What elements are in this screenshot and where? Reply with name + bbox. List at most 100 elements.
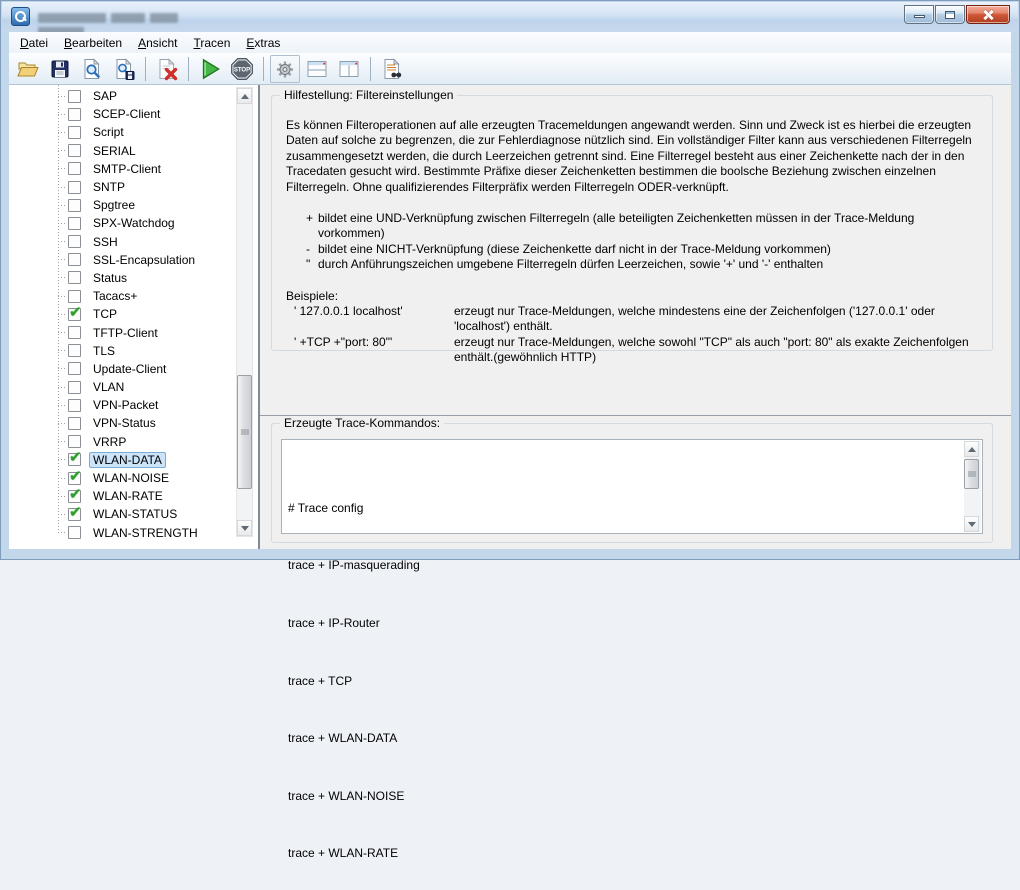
tree-item[interactable]: SSL-Encapsulation	[9, 251, 234, 269]
tree-item-label[interactable]: WLAN-STRENGTH	[89, 525, 202, 541]
checkbox[interactable]	[68, 362, 81, 375]
tree-item[interactable]: VRRP	[9, 433, 234, 451]
checkbox[interactable]	[68, 526, 81, 539]
checkbox[interactable]	[68, 144, 81, 157]
tree-item-label[interactable]: WLAN-RATE	[89, 488, 167, 504]
tree-scrollbar[interactable]	[236, 87, 253, 537]
tree-item[interactable]: Tacacs+	[9, 287, 234, 305]
tree-item[interactable]: Update-Client	[9, 360, 234, 378]
checkbox[interactable]	[68, 235, 81, 248]
tree-item[interactable]: TFTP-Client	[9, 323, 234, 341]
save-trace-button[interactable]	[109, 55, 139, 83]
checkbox[interactable]	[68, 472, 81, 485]
tree-item-label[interactable]: TLS	[89, 343, 119, 359]
menu-item[interactable]: Tracen	[185, 33, 238, 53]
tree-item[interactable]: WLAN-NOISE	[9, 469, 234, 487]
tree-item-label[interactable]: VPN-Packet	[89, 397, 162, 413]
tree-item[interactable]: SERIAL	[9, 142, 234, 160]
checkbox[interactable]	[68, 90, 81, 103]
tree-item-label[interactable]: TFTP-Client	[89, 325, 162, 341]
tree-item-label[interactable]: SNTP	[89, 179, 129, 195]
tree-scrollbar-thumb[interactable]	[237, 375, 252, 489]
checkbox[interactable]	[68, 108, 81, 121]
tree-item-label[interactable]: VPN-Status	[89, 415, 160, 431]
tree-item-label[interactable]: Script	[89, 124, 128, 140]
split-horizontal-button[interactable]	[302, 55, 332, 83]
tree-item[interactable]: SNTP	[9, 178, 234, 196]
minimize-button[interactable]	[904, 5, 934, 24]
menu-item[interactable]: Bearbeiten	[56, 33, 130, 53]
tree-item[interactable]: VPN-Packet	[9, 396, 234, 414]
menu-item[interactable]: Datei	[12, 33, 56, 53]
tree-item-label[interactable]: WLAN-NOISE	[89, 470, 173, 486]
tree-item-label[interactable]: SMTP-Client	[89, 161, 165, 177]
tree-item-label[interactable]: SSH	[89, 234, 122, 250]
tree-item[interactable]: Status	[9, 269, 234, 287]
menu-item[interactable]: Ansicht	[130, 33, 185, 53]
title-bar[interactable]	[2, 2, 1018, 32]
scroll-up-icon[interactable]	[964, 441, 979, 457]
tree-item[interactable]: Script	[9, 123, 234, 141]
split-vertical-button[interactable]	[334, 55, 364, 83]
tree-item[interactable]: WLAN-STRENGTH	[9, 524, 234, 542]
tree-item[interactable]: SMTP-Client	[9, 160, 234, 178]
checkbox[interactable]	[68, 508, 81, 521]
maximize-button[interactable]	[935, 5, 965, 24]
tree-item-label[interactable]: SERIAL	[89, 143, 140, 159]
checkbox[interactable]	[68, 490, 81, 503]
tree-item[interactable]: WLAN-STATUS	[9, 505, 234, 523]
tree-item-label[interactable]: SPX-Watchdog	[89, 215, 179, 231]
close-button[interactable]	[966, 5, 1010, 24]
checkbox[interactable]	[68, 253, 81, 266]
tree-item[interactable]: VPN-Status	[9, 414, 234, 432]
tree-item-label[interactable]: WLAN-STATUS	[89, 506, 181, 522]
checkbox[interactable]	[68, 326, 81, 339]
scroll-down-icon[interactable]	[964, 516, 979, 532]
checkbox[interactable]	[68, 381, 81, 394]
tree-item-label[interactable]: Tacacs+	[89, 288, 141, 304]
tree-item[interactable]: Spgtree	[9, 196, 234, 214]
open-trace-button[interactable]	[77, 55, 107, 83]
checkbox[interactable]	[68, 126, 81, 139]
tree-item[interactable]: SPX-Watchdog	[9, 214, 234, 232]
checkbox[interactable]	[68, 290, 81, 303]
stop-trace-button[interactable]: STOP	[227, 55, 257, 83]
checkbox[interactable]	[68, 399, 81, 412]
checkbox[interactable]	[68, 417, 81, 430]
tree-item[interactable]: SCEP-Client	[9, 105, 234, 123]
tree-item[interactable]: WLAN-DATA	[9, 451, 234, 469]
tree-item-label[interactable]: SAP	[89, 88, 121, 104]
checkbox[interactable]	[68, 453, 81, 466]
tree-item-label[interactable]: VRRP	[89, 434, 130, 450]
tree-item-label[interactable]: TCP	[89, 306, 121, 322]
tree-item[interactable]: SAP	[9, 87, 234, 105]
checkbox[interactable]	[68, 435, 81, 448]
commands-scrollbar[interactable]	[964, 441, 981, 532]
checkbox[interactable]	[68, 271, 81, 284]
commands-scrollbar-thumb[interactable]	[964, 459, 979, 489]
tree-item-label[interactable]: Update-Client	[89, 361, 170, 377]
checkbox[interactable]	[68, 181, 81, 194]
open-folder-button[interactable]	[13, 55, 43, 83]
checkbox[interactable]	[68, 199, 81, 212]
tree-item-label[interactable]: SCEP-Client	[89, 106, 164, 122]
tree-item[interactable]: WLAN-RATE	[9, 487, 234, 505]
menu-item[interactable]: Extras	[238, 33, 288, 53]
tree-item-label[interactable]: WLAN-DATA	[89, 452, 166, 468]
tree-item[interactable]: SSH	[9, 233, 234, 251]
checkbox[interactable]	[68, 344, 81, 357]
clear-trace-button[interactable]	[152, 55, 182, 83]
tree-item-label[interactable]: VLAN	[89, 379, 128, 395]
tree-item-label[interactable]: Status	[89, 270, 131, 286]
tree-item-label[interactable]: Spgtree	[89, 197, 139, 213]
save-button[interactable]	[45, 55, 75, 83]
tree-item[interactable]: VLAN	[9, 378, 234, 396]
tree-item[interactable]: TCP	[9, 305, 234, 323]
tree-item[interactable]: TLS	[9, 342, 234, 360]
tree-item-label[interactable]: SSL-Encapsulation	[89, 252, 199, 268]
checkbox[interactable]	[68, 162, 81, 175]
checkbox[interactable]	[68, 217, 81, 230]
start-trace-button[interactable]	[195, 55, 225, 83]
search-trace-button[interactable]	[377, 55, 407, 83]
checkbox[interactable]	[68, 308, 81, 321]
